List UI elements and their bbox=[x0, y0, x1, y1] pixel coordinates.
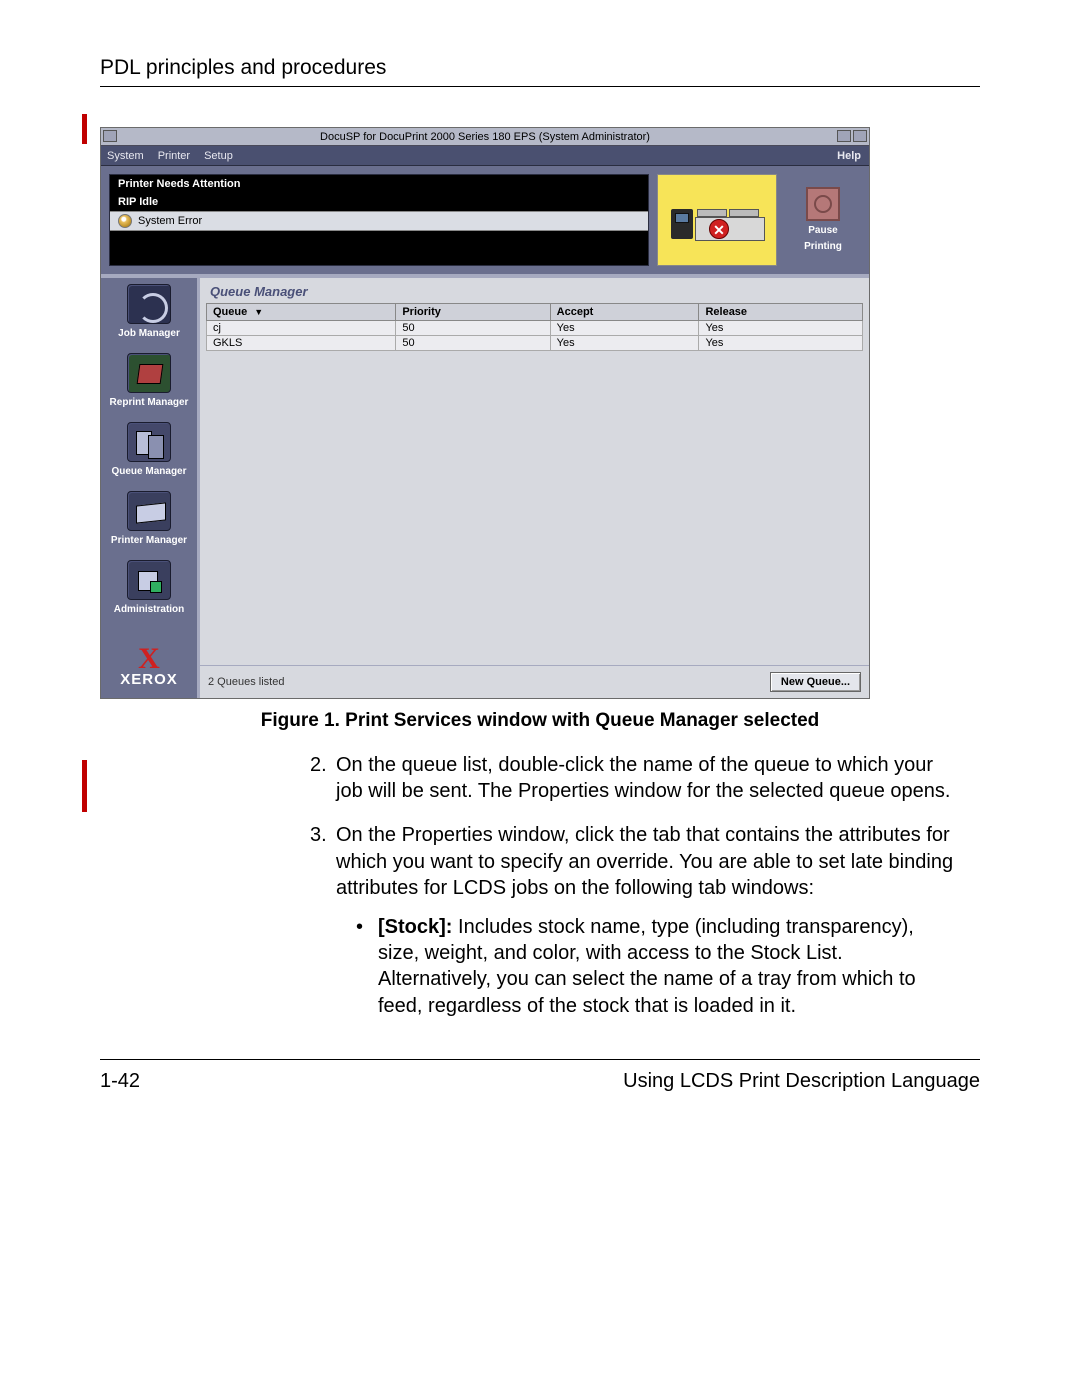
cell-accept: Yes bbox=[550, 336, 699, 351]
sidebar-item-administration[interactable]: Administration bbox=[114, 560, 185, 615]
col-queue-label: Queue bbox=[213, 306, 247, 318]
sidebar-item-label: Job Manager bbox=[118, 328, 180, 339]
step-number: 2. bbox=[310, 752, 327, 778]
table-header-row: Queue ▼ Priority Accept Release bbox=[207, 304, 863, 321]
queue-count: 2 Queues listed bbox=[208, 676, 284, 688]
page-footer: 1-42 Using LCDS Print Description Langua… bbox=[100, 1059, 980, 1093]
status-line-rip: RIP Idle bbox=[110, 193, 648, 211]
status-empty bbox=[110, 231, 648, 261]
header-rule bbox=[100, 86, 980, 87]
status-panel: Printer Needs Attention RIP Idle System … bbox=[109, 174, 649, 266]
bullet-label: [Stock]: bbox=[378, 916, 452, 938]
stop-icon bbox=[814, 195, 832, 213]
content-footer: 2 Queues listed New Queue... bbox=[200, 665, 869, 698]
table-row[interactable]: GKLS 50 Yes Yes bbox=[207, 336, 863, 351]
sidebar: Job Manager Reprint Manager Queue Manage… bbox=[101, 278, 197, 698]
maximize-icon[interactable] bbox=[853, 130, 867, 142]
menu-system[interactable]: System bbox=[107, 150, 144, 162]
cell-accept: Yes bbox=[550, 321, 699, 336]
window-titlebar: DocuSP for DocuPrint 2000 Series 180 EPS… bbox=[101, 128, 869, 146]
col-queue[interactable]: Queue ▼ bbox=[207, 304, 396, 321]
content-title: Queue Manager bbox=[200, 278, 869, 303]
sidebar-item-label: Administration bbox=[114, 604, 185, 615]
queue-manager-icon bbox=[127, 422, 171, 462]
figure-screenshot: DocuSP for DocuPrint 2000 Series 180 EPS… bbox=[100, 127, 980, 699]
footer-rule bbox=[100, 1059, 980, 1060]
step-text: On the queue list, double-click the name… bbox=[336, 754, 950, 802]
cell-release: Yes bbox=[699, 321, 863, 336]
figure-caption: Figure 1. Print Services window with Que… bbox=[100, 709, 980, 734]
col-accept[interactable]: Accept bbox=[550, 304, 699, 321]
cell-release: Yes bbox=[699, 336, 863, 351]
revision-bar bbox=[82, 760, 87, 812]
sort-desc-icon: ▼ bbox=[254, 307, 263, 317]
pause-label1: Pause bbox=[808, 225, 837, 237]
cell-queue: cj bbox=[207, 321, 396, 336]
queue-table: Queue ▼ Priority Accept Release bbox=[206, 303, 863, 351]
page-header: PDL principles and procedures bbox=[100, 56, 980, 80]
col-release[interactable]: Release bbox=[699, 304, 863, 321]
printer-manager-icon bbox=[127, 491, 171, 531]
content-pane: Queue Manager Queue ▼ Priority bbox=[197, 278, 869, 698]
reprint-manager-icon bbox=[127, 353, 171, 393]
sidebar-item-label: Printer Manager bbox=[111, 535, 187, 546]
printer-icon: ✕ bbox=[667, 195, 767, 245]
revision-bar bbox=[82, 114, 87, 144]
warning-icon bbox=[118, 214, 132, 228]
cell-priority: 50 bbox=[396, 336, 550, 351]
xerox-wordmark: XEROX bbox=[120, 671, 178, 688]
table-row[interactable]: cj 50 Yes Yes bbox=[207, 321, 863, 336]
menu-setup[interactable]: Setup bbox=[204, 150, 233, 162]
sidebar-item-label: Reprint Manager bbox=[110, 397, 189, 408]
window-title: DocuSP for DocuPrint 2000 Series 180 EPS… bbox=[320, 131, 650, 143]
menu-help[interactable]: Help bbox=[837, 150, 861, 162]
menu-printer[interactable]: Printer bbox=[158, 150, 190, 162]
status-error-text: System Error bbox=[138, 215, 202, 227]
pause-button[interactable] bbox=[806, 187, 840, 221]
bullet-stock: [Stock]: Includes stock name, type (incl… bbox=[356, 914, 960, 1020]
bullet-text: Includes stock name, type (including tra… bbox=[378, 916, 916, 1017]
col-priority[interactable]: Priority bbox=[396, 304, 550, 321]
printer-error-icon: ✕ bbox=[709, 219, 729, 239]
sidebar-item-printer-manager[interactable]: Printer Manager bbox=[111, 491, 187, 546]
step-2: 2. On the queue list, double-click the n… bbox=[310, 752, 960, 805]
menubar: System Printer Setup Help bbox=[101, 146, 869, 166]
status-area: Printer Needs Attention RIP Idle System … bbox=[101, 166, 869, 278]
new-queue-button[interactable]: New Queue... bbox=[770, 672, 861, 692]
step-number: 3. bbox=[310, 822, 327, 848]
status-line-attention: Printer Needs Attention bbox=[110, 175, 648, 193]
page-number: 1-42 bbox=[100, 1070, 140, 1093]
step-text: On the Properties window, click the tab … bbox=[336, 824, 953, 899]
cell-queue: GKLS bbox=[207, 336, 396, 351]
sidebar-item-label: Queue Manager bbox=[111, 466, 186, 477]
sidebar-item-reprint-manager[interactable]: Reprint Manager bbox=[110, 353, 189, 408]
window-menu-icon[interactable] bbox=[103, 130, 117, 142]
status-error-row[interactable]: System Error bbox=[110, 211, 648, 231]
cell-priority: 50 bbox=[396, 321, 550, 336]
footer-right: Using LCDS Print Description Language bbox=[623, 1070, 980, 1093]
sidebar-item-queue-manager[interactable]: Queue Manager bbox=[111, 422, 186, 477]
body-text: 2. On the queue list, double-click the n… bbox=[310, 752, 960, 1020]
printer-mimic-panel[interactable]: ✕ bbox=[657, 174, 777, 266]
pause-label2: Printing bbox=[804, 241, 842, 253]
minimize-icon[interactable] bbox=[837, 130, 851, 142]
xerox-logo: X XEROX bbox=[120, 647, 178, 698]
step-3: 3. On the Properties window, click the t… bbox=[310, 822, 960, 1019]
job-manager-icon bbox=[127, 284, 171, 324]
sidebar-item-job-manager[interactable]: Job Manager bbox=[118, 284, 180, 339]
docusp-window: DocuSP for DocuPrint 2000 Series 180 EPS… bbox=[100, 127, 870, 699]
pause-panel: Pause Printing bbox=[785, 174, 861, 266]
xerox-x-icon: X bbox=[120, 647, 178, 671]
administration-icon bbox=[127, 560, 171, 600]
